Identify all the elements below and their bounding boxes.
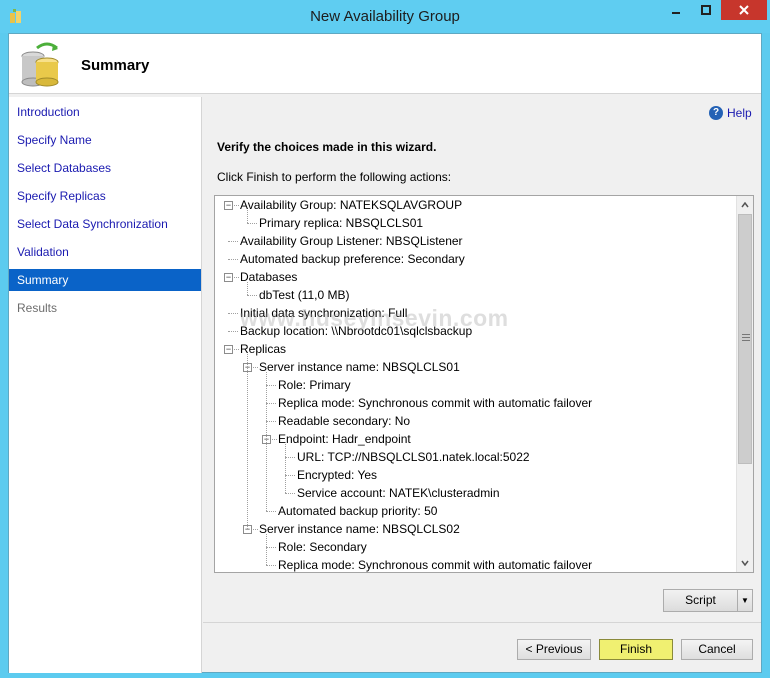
title-bar: New Availability Group xyxy=(0,0,770,33)
chevron-up-icon xyxy=(741,201,749,207)
footer-divider xyxy=(203,622,761,623)
tree-node[interactable]: Replica mode: Synchronous commit with au… xyxy=(278,394,592,412)
collapse-icon[interactable]: − xyxy=(224,201,233,210)
collapse-icon[interactable]: − xyxy=(224,345,233,354)
nav-item-select-databases[interactable]: Select Databases xyxy=(9,157,201,179)
scroll-up-button[interactable] xyxy=(737,196,753,213)
tree-node[interactable]: Primary replica: NBSQLCLS01 xyxy=(259,214,423,232)
page-title: Summary xyxy=(81,57,150,74)
tree-node[interactable]: Role: Secondary xyxy=(278,538,367,556)
tree-node[interactable]: Backup location: \\Nbrootdc01\sqlclsback… xyxy=(240,322,472,340)
script-button-label: Script xyxy=(664,590,738,611)
instructions-text: Click Finish to perform the following ac… xyxy=(217,170,452,184)
minimize-button[interactable] xyxy=(662,0,690,20)
page-header: Summary xyxy=(9,34,761,94)
nav-item-summary[interactable]: Summary xyxy=(9,269,201,291)
tree-node[interactable]: Automated backup preference: Secondary xyxy=(240,250,465,268)
cancel-button[interactable]: Cancel xyxy=(681,639,753,660)
script-button[interactable]: Script ▼ xyxy=(663,589,753,612)
summary-tree[interactable]: Availability Group: NATEKSQLAVGROUP − Prim… xyxy=(214,195,754,573)
nav-item-specify-replicas[interactable]: Specify Replicas xyxy=(9,185,201,207)
close-icon xyxy=(739,5,749,15)
tree-node[interactable]: Server instance name: NBSQLCLS01 xyxy=(259,358,460,376)
chevron-down-icon xyxy=(741,560,749,566)
tree-node[interactable]: Initial data synchronization: Full xyxy=(240,304,407,322)
wizard-navigation: Introduction Specify Name Select Databases… xyxy=(9,97,202,673)
scroll-down-button[interactable] xyxy=(737,554,753,571)
database-wizard-icon xyxy=(21,42,59,87)
nav-item-introduction[interactable]: Introduction xyxy=(9,101,201,123)
tree-node[interactable]: Role: Primary xyxy=(278,376,351,394)
tree-node[interactable]: URL: TCP://NBSQLCLS01.natek.local:5022 xyxy=(297,448,530,466)
close-button[interactable] xyxy=(721,0,767,20)
tree-node[interactable]: Service account: NATEK\clusteradmin xyxy=(297,484,500,502)
nav-item-results: Results xyxy=(17,301,58,315)
tree-node[interactable]: dbTest (11,0 MB) xyxy=(259,286,349,304)
scroll-thumb[interactable] xyxy=(738,214,752,464)
previous-button[interactable]: < Previous xyxy=(517,639,591,660)
maximize-button[interactable] xyxy=(692,0,720,20)
summary-content: ? Help Verify the choices made in this w… xyxy=(203,97,761,622)
vertical-scrollbar[interactable] xyxy=(736,196,753,572)
tree-node[interactable]: Readable secondary: No xyxy=(278,412,410,430)
tree-node[interactable]: Encrypted: Yes xyxy=(297,466,377,484)
window-title: New Availability Group xyxy=(310,8,460,25)
tree-node[interactable]: Databases xyxy=(240,268,297,286)
minimize-icon xyxy=(672,12,680,14)
help-label: Help xyxy=(727,106,752,120)
nav-item-validation[interactable]: Validation xyxy=(9,241,201,263)
nav-item-select-data-synchronization[interactable]: Select Data Synchronization xyxy=(9,213,201,235)
tree-node[interactable]: Endpoint: Hadr_endpoint xyxy=(278,430,411,448)
help-link[interactable]: ? Help xyxy=(709,106,752,120)
collapse-icon[interactable]: − xyxy=(224,273,233,282)
help-icon: ? xyxy=(709,106,723,120)
verify-heading: Verify the choices made in this wizard. xyxy=(217,140,437,154)
dropdown-arrow-icon[interactable]: ▼ xyxy=(738,590,752,611)
tree-node[interactable]: Automated backup priority: 50 xyxy=(278,502,437,520)
tree-node[interactable]: Availability Group: NATEKSQLAVGROUP xyxy=(240,196,462,214)
tree-node[interactable]: Availability Group Listener: NBSQListene… xyxy=(240,232,463,250)
tree-node[interactable]: Server instance name: NBSQLCLS02 xyxy=(259,520,460,538)
nav-item-specify-name[interactable]: Specify Name xyxy=(9,129,201,151)
tree-node[interactable]: Replica mode: Synchronous commit with au… xyxy=(278,556,592,572)
dialog-client-area: Summary Introduction Specify Name Select D… xyxy=(8,33,762,673)
maximize-icon xyxy=(701,5,711,15)
finish-button[interactable]: Finish xyxy=(599,639,673,660)
